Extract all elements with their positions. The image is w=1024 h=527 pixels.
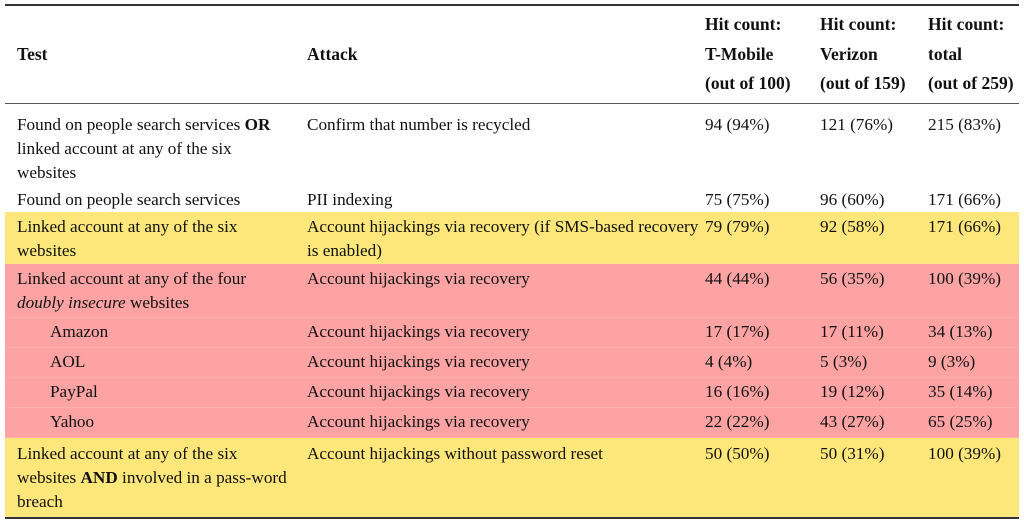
test-text: websites xyxy=(125,293,190,312)
cell-verizon: 121 (76%) xyxy=(820,115,894,134)
header-verizon-line2: Verizon xyxy=(820,43,878,64)
cell-tmobile: 16 (16%) xyxy=(703,377,811,408)
cell-total: 9 (3%) xyxy=(919,347,1019,378)
cell-verizon: 5 (3%) xyxy=(811,347,919,378)
table-row-highlighted-red: Linked account at any of the four doubly… xyxy=(5,263,1019,318)
header-attack: Attack xyxy=(307,43,358,64)
cell-test: AOL xyxy=(5,347,295,378)
cell-test: Yahoo xyxy=(5,407,295,438)
table-row: Found on people search services PII inde… xyxy=(5,187,1019,212)
header-total-line2: total xyxy=(928,43,963,64)
cell-verizon: 96 (60%) xyxy=(820,190,885,209)
header-tmobile: Hit count: T-Mobile (out of 100) xyxy=(703,6,811,103)
cell-attack: Account hijackings via recovery xyxy=(295,317,703,348)
cell-tmobile: 94 (94%) xyxy=(705,115,770,134)
test-emphasis: doubly insecure xyxy=(17,293,126,312)
header-verizon: Hit count: Verizon (out of 159) xyxy=(811,6,919,103)
cell-total: 171 (66%) xyxy=(928,190,1002,209)
cell-attack: Account hijackings via recovery xyxy=(295,407,703,438)
cell-total: 100 (39%) xyxy=(919,437,1019,517)
cell-verizon: 17 (11%) xyxy=(811,317,919,348)
test-text: Linked account at any of the four xyxy=(17,269,247,288)
test-emphasis: AND xyxy=(80,468,118,487)
cell-total: 34 (13%) xyxy=(919,317,1019,348)
cell-total: 35 (14%) xyxy=(919,377,1019,408)
cell-tmobile: 17 (17%) xyxy=(703,317,811,348)
header-row: Test Attack Hit count: T-Mobile (out of … xyxy=(5,6,1019,103)
cell-attack: Account hijackings via recovery xyxy=(295,347,703,378)
cell-attack: PII indexing xyxy=(307,190,393,209)
table-row-subitem: Amazon Account hijackings via recovery 1… xyxy=(5,317,1019,348)
cell-tmobile: 79 (79%) xyxy=(703,212,811,264)
cell-total: 100 (39%) xyxy=(919,263,1019,318)
table-row-highlighted-yellow: Linked account at any of the six website… xyxy=(5,437,1019,517)
cell-verizon: 50 (31%) xyxy=(811,437,919,517)
table-row: Found on people search services OR linke… xyxy=(5,103,1019,187)
cell-test: Amazon xyxy=(5,317,295,348)
cell-test: PayPal xyxy=(5,377,295,408)
header-tmobile-line3: (out of 100) xyxy=(705,73,791,94)
cell-total: 215 (83%) xyxy=(928,115,1002,134)
cell-tmobile: 44 (44%) xyxy=(703,263,811,318)
cell-test: Found on people search services OR linke… xyxy=(5,103,295,187)
cell-verizon: 56 (35%) xyxy=(811,263,919,318)
header-verizon-line1: Hit count: xyxy=(820,14,897,35)
cell-tmobile: 50 (50%) xyxy=(703,437,811,517)
test-emphasis: OR xyxy=(244,115,271,134)
cell-test: Linked account at any of the six website… xyxy=(5,212,295,264)
cell-total: 171 (66%) xyxy=(919,212,1019,264)
cell-verizon: 43 (27%) xyxy=(811,407,919,438)
table-row-highlighted-yellow: Linked account at any of the six website… xyxy=(5,212,1019,264)
header-tmobile-line2: T-Mobile xyxy=(705,43,774,64)
cell-test: Linked account at any of the four doubly… xyxy=(5,263,295,318)
cell-tmobile: 22 (22%) xyxy=(703,407,811,438)
header-total: Hit count: total (out of 259) xyxy=(919,6,1019,103)
cell-attack: Account hijackings via recovery xyxy=(295,377,703,408)
table-row-subitem: AOL Account hijackings via recovery 4 (4… xyxy=(5,347,1019,378)
cell-test: Found on people search services xyxy=(17,190,241,209)
table-row-subitem: Yahoo Account hijackings via recovery 22… xyxy=(5,407,1019,438)
cell-attack: Account hijackings without password rese… xyxy=(295,437,703,517)
header-verizon-line3: (out of 159) xyxy=(820,73,906,94)
header-total-line1: Hit count: xyxy=(928,14,1005,35)
cell-tmobile: 4 (4%) xyxy=(703,347,811,378)
cell-verizon: 92 (58%) xyxy=(811,212,919,264)
results-table: Test Attack Hit count: T-Mobile (out of … xyxy=(5,6,1019,517)
cell-test: Linked account at any of the six website… xyxy=(5,437,295,517)
cell-tmobile: 75 (75%) xyxy=(705,190,770,209)
test-text: linked account at any of the six website… xyxy=(17,139,232,182)
header-total-line3: (out of 259) xyxy=(928,73,1014,94)
test-text: Found on people search services xyxy=(17,115,245,134)
header-tmobile-line1: Hit count: xyxy=(705,14,782,35)
cell-attack: Confirm that number is recycled xyxy=(307,115,531,134)
cell-attack: Account hijackings via recovery (if SMS-… xyxy=(295,212,703,264)
header-test: Test xyxy=(17,43,48,64)
cell-attack: Account hijackings via recovery xyxy=(295,263,703,318)
table-row-subitem: PayPal Account hijackings via recovery 1… xyxy=(5,377,1019,408)
cell-total: 65 (25%) xyxy=(919,407,1019,438)
cell-verizon: 19 (12%) xyxy=(811,377,919,408)
bottom-rule xyxy=(5,517,1019,519)
